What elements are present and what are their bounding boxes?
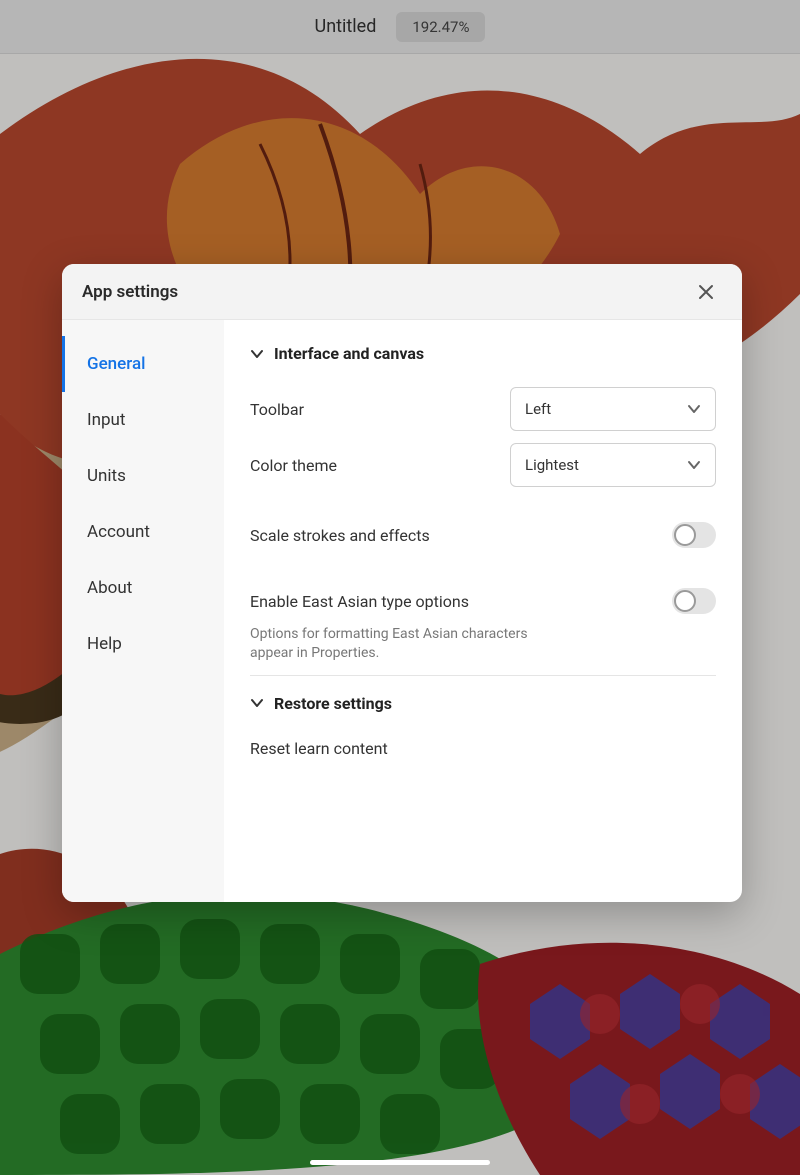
- close-button[interactable]: [690, 276, 722, 308]
- east-asian-label: Enable East Asian type options: [250, 592, 469, 611]
- chevron-down-icon: [687, 458, 701, 472]
- chevron-down-icon: [687, 402, 701, 416]
- chevron-down-icon: [250, 347, 264, 361]
- home-indicator: [310, 1160, 490, 1165]
- row-color-theme: Color theme Lightest: [250, 437, 716, 493]
- row-east-asian: Enable East Asian type options: [250, 573, 716, 629]
- color-theme-select[interactable]: Lightest: [510, 443, 716, 487]
- section-title: Restore settings: [274, 694, 392, 713]
- scale-strokes-label: Scale strokes and effects: [250, 526, 430, 545]
- row-toolbar: Toolbar Left: [250, 381, 716, 437]
- sidebar-item-account[interactable]: Account: [62, 504, 224, 560]
- section-divider: [250, 675, 716, 676]
- east-asian-toggle[interactable]: [672, 588, 716, 614]
- section-restore-settings[interactable]: Restore settings: [250, 694, 716, 713]
- scale-strokes-toggle[interactable]: [672, 522, 716, 548]
- app-settings-modal: App settings General Input Units Account…: [62, 264, 742, 902]
- color-theme-select-value: Lightest: [525, 456, 579, 474]
- sidebar-item-general[interactable]: General: [62, 336, 224, 392]
- toggle-knob: [674, 524, 696, 546]
- section-interface-and-canvas[interactable]: Interface and canvas: [250, 344, 716, 363]
- toolbar-label: Toolbar: [250, 400, 304, 419]
- section-title: Interface and canvas: [274, 344, 424, 363]
- sidebar-item-units[interactable]: Units: [62, 448, 224, 504]
- settings-sidebar: General Input Units Account About Help: [62, 320, 224, 902]
- chevron-down-icon: [250, 696, 264, 710]
- toolbar-select[interactable]: Left: [510, 387, 716, 431]
- close-icon: [698, 284, 714, 300]
- settings-content: Interface and canvas Toolbar Left Color …: [224, 320, 742, 902]
- toggle-knob: [674, 590, 696, 612]
- row-scale-strokes: Scale strokes and effects: [250, 507, 716, 563]
- reset-learn-content-button[interactable]: Reset learn content: [250, 731, 716, 766]
- sidebar-item-input[interactable]: Input: [62, 392, 224, 448]
- sidebar-item-help[interactable]: Help: [62, 616, 224, 672]
- modal-title: App settings: [82, 282, 178, 302]
- color-theme-label: Color theme: [250, 456, 337, 475]
- modal-header: App settings: [62, 264, 742, 320]
- sidebar-item-about[interactable]: About: [62, 560, 224, 616]
- east-asian-description: Options for formatting East Asian charac…: [250, 625, 570, 663]
- toolbar-select-value: Left: [525, 400, 551, 418]
